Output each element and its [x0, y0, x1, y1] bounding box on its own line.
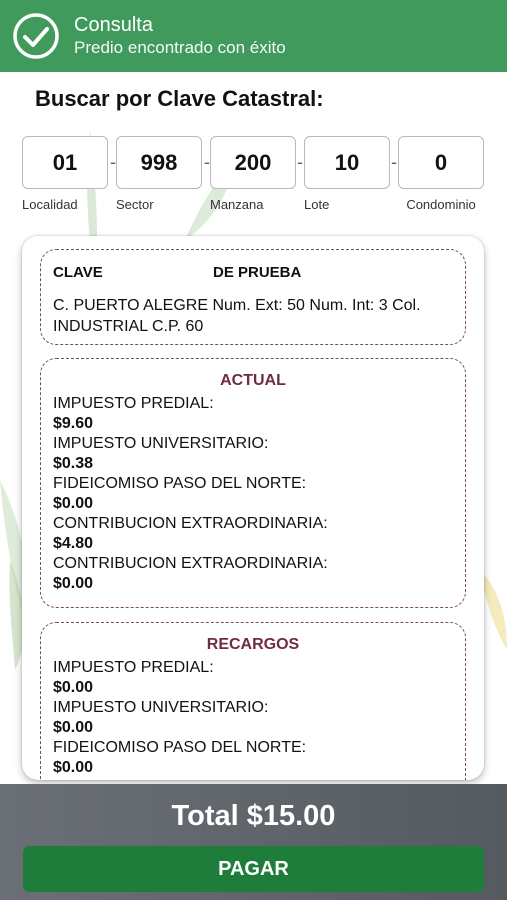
property-info-box: CLAVE DE PRUEBA C. PUERTO ALEGRE Num. Ex… — [40, 249, 466, 345]
clave-label: CLAVE — [53, 264, 103, 281]
charge-name: IMPUESTO UNIVERSITARIO: — [53, 435, 269, 452]
localidad-field: 01 Localidad — [22, 136, 108, 212]
lote-label: Lote — [304, 197, 330, 212]
charge-amount: $0.38 — [53, 455, 94, 472]
manzana-label: Manzana — [210, 197, 264, 212]
localidad-label: Localidad — [22, 197, 78, 212]
payment-footer: Total $15.00 PAGAR — [0, 784, 507, 900]
charge-name: CONTRIBUCION EXTRAORDINARIA: — [53, 555, 328, 572]
toast-message: Predio encontrado con éxito — [74, 38, 286, 57]
surcharge-amount: $0.00 — [53, 719, 94, 736]
surcharge-amount: $0.00 — [53, 679, 94, 696]
surcharge-name: IMPUESTO PREDIAL: — [53, 659, 214, 676]
toast-text: Consulta Predio encontrado con éxito — [74, 13, 286, 59]
sector-label: Sector — [116, 197, 154, 212]
key-separator: - — [391, 152, 397, 172]
property-address: C. PUERTO ALEGRE Num. Ext: 50 Num. Int: … — [53, 297, 421, 335]
check-circle-icon — [13, 13, 59, 59]
recargos-title: RECARGOS — [206, 636, 300, 653]
recargos-section: RECARGOS IMPUESTO PREDIAL: $0.00 IMPUEST… — [40, 622, 466, 780]
condominio-input[interactable]: 0 — [398, 136, 484, 189]
condominio-label: Condominio — [406, 197, 476, 212]
search-heading: Buscar por Clave Catastral: — [35, 86, 324, 111]
lote-field: 10 Lote — [304, 136, 390, 212]
surcharge-amount: $0.00 — [53, 759, 94, 776]
toast-title: Consulta — [74, 14, 153, 36]
lote-input[interactable]: 10 — [304, 136, 390, 189]
clave-value: DE PRUEBA — [213, 264, 302, 281]
sector-field: 998 Sector — [116, 136, 202, 212]
charge-amount: $9.60 — [53, 415, 94, 432]
surcharge-name: IMPUESTO UNIVERSITARIO: — [53, 699, 269, 716]
localidad-input[interactable]: 01 — [22, 136, 108, 189]
cadastral-key-fields: 01 Localidad - 998 Sector - 200 Manzana … — [22, 136, 485, 216]
charge-name: IMPUESTO PREDIAL: — [53, 395, 214, 412]
actual-title: ACTUAL — [220, 372, 286, 389]
charge-name: CONTRIBUCION EXTRAORDINARIA: — [53, 515, 328, 532]
charge-amount: $4.80 — [53, 535, 94, 552]
pay-button[interactable]: PAGAR — [23, 846, 484, 892]
sector-input[interactable]: 998 — [116, 136, 202, 189]
total-amount: Total $15.00 — [171, 800, 336, 832]
charge-amount: $0.00 — [53, 495, 94, 512]
clave-row: CLAVE DE PRUEBA — [53, 264, 453, 281]
property-details-card[interactable]: CLAVE DE PRUEBA C. PUERTO ALEGRE Num. Ex… — [22, 236, 484, 780]
success-toast: Consulta Predio encontrado con éxito — [0, 0, 507, 72]
surcharge-name: FIDEICOMISO PASO DEL NORTE: — [53, 739, 307, 756]
condominio-field: 0 Condominio — [398, 136, 484, 212]
manzana-field: 200 Manzana — [210, 136, 296, 212]
key-separator: - — [297, 152, 303, 172]
actual-section: ACTUAL IMPUESTO PREDIAL: $9.60 IMPUESTO … — [40, 358, 466, 608]
charge-name: FIDEICOMISO PASO DEL NORTE: — [53, 475, 307, 492]
manzana-input[interactable]: 200 — [210, 136, 296, 189]
charge-amount: $0.00 — [53, 575, 94, 592]
